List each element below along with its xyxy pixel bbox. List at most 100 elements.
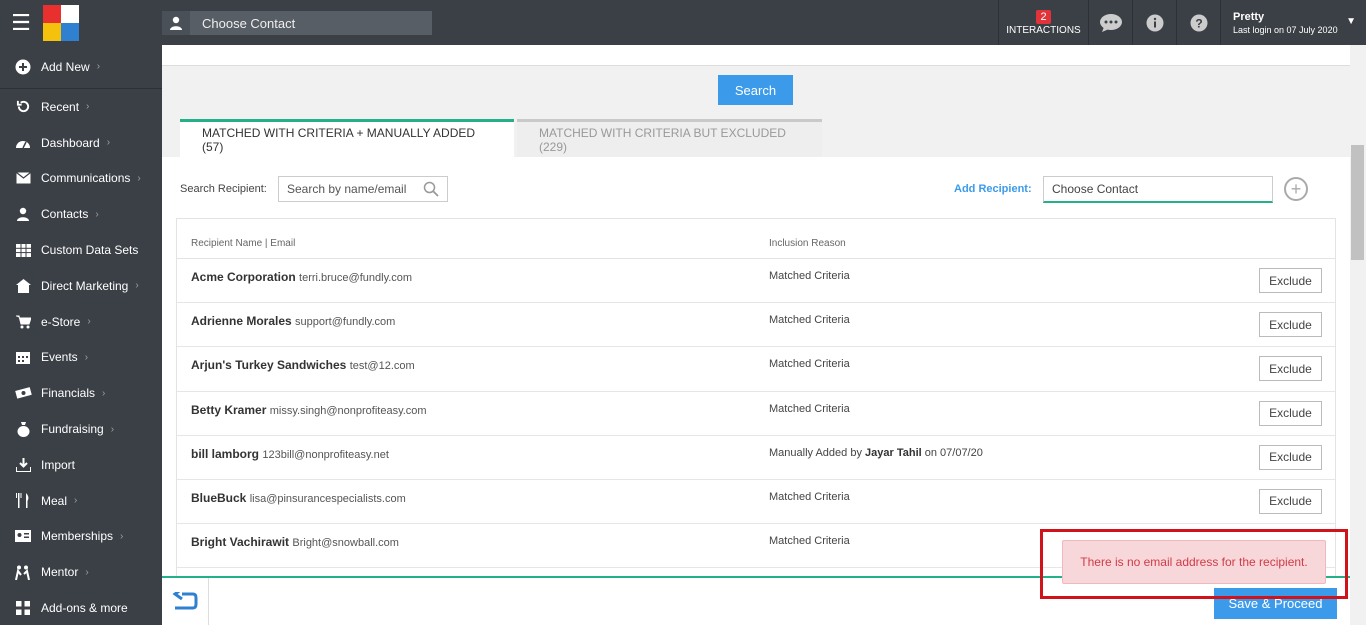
moneybag-icon bbox=[14, 420, 32, 438]
chevron-right-icon: › bbox=[87, 316, 91, 328]
sidebar-item-contacts[interactable]: Contacts › bbox=[0, 196, 162, 232]
sidebar-item-e-store[interactable]: e-Store › bbox=[0, 304, 162, 340]
scrollbar-thumb[interactable] bbox=[1351, 145, 1364, 260]
hamburger-menu-icon[interactable]: ☰ bbox=[0, 0, 42, 45]
chat-button[interactable] bbox=[1088, 0, 1132, 45]
sidebar-item-custom-data-sets[interactable]: Custom Data Sets bbox=[0, 232, 162, 268]
exclude-button[interactable]: Exclude bbox=[1259, 488, 1322, 514]
tab-matched-excluded[interactable]: MATCHED WITH CRITERIA BUT EXCLUDED (229) bbox=[517, 119, 822, 157]
table-row: Acme Corporation terri.bruce@fundly.com M… bbox=[177, 259, 1335, 304]
search-recipient-label: Search Recipient: bbox=[180, 183, 267, 195]
back-button[interactable] bbox=[162, 578, 209, 625]
table-row: bill lamborg 123bill@nonprofiteasy.net Ma… bbox=[177, 436, 1335, 480]
sidebar-item-label: Add New bbox=[41, 59, 90, 74]
table-header: Recipient Name | Email Inclusion Reason bbox=[177, 219, 1335, 259]
app-logo[interactable] bbox=[43, 4, 79, 41]
reason-text: Matched Criteria bbox=[769, 314, 850, 327]
sidebar-item-memberships[interactable]: Memberships › bbox=[0, 519, 162, 555]
exclude-button[interactable]: Exclude bbox=[1259, 268, 1322, 293]
inclusion-reason: Matched Criteria bbox=[769, 491, 850, 503]
cart-icon bbox=[14, 313, 32, 331]
sidebar-item-direct-marketing[interactable]: Direct Marketing › bbox=[0, 268, 162, 304]
recipient-name[interactable]: BlueBuck bbox=[191, 491, 246, 505]
add-recipient-plus-icon[interactable]: + bbox=[1284, 177, 1308, 201]
info-button[interactable] bbox=[1132, 0, 1176, 45]
sidebar-item-communications[interactable]: Communications › bbox=[0, 161, 162, 197]
id-card-icon bbox=[14, 527, 32, 545]
sidebar-item-label: e-Store bbox=[41, 314, 81, 329]
person-icon bbox=[14, 205, 32, 223]
recipient-name[interactable]: Adrienne Morales bbox=[191, 314, 292, 328]
exclude-button[interactable]: Exclude bbox=[1259, 356, 1322, 382]
sidebar-item-events[interactable]: Events › bbox=[0, 340, 162, 376]
criteria-field[interactable] bbox=[162, 45, 1350, 66]
chevron-right-icon: › bbox=[102, 387, 106, 399]
sidebar-item-import[interactable]: Import bbox=[0, 447, 162, 483]
interactions-count-badge: 2 bbox=[1036, 9, 1051, 24]
recipient-name-email: Betty Kramer missy.singh@nonprofiteasy.c… bbox=[191, 403, 427, 417]
sidebar-item-label: Custom Data Sets bbox=[41, 243, 139, 258]
chevron-right-icon: › bbox=[137, 172, 141, 184]
recipient-name-email: Adrienne Morales support@fundly.com bbox=[191, 314, 395, 328]
recipient-name[interactable]: Acme Corporation bbox=[191, 270, 296, 284]
tab-matched-manually-added[interactable]: MATCHED WITH CRITERIA + MANUALLY ADDED (… bbox=[180, 119, 514, 157]
recipient-email: lisa@pinsurancespecialists.com bbox=[249, 492, 406, 505]
sidebar-item-label: Add-ons & more bbox=[41, 601, 128, 616]
exclude-button[interactable]: Exclude bbox=[1259, 400, 1322, 426]
sidebar: Add New › Recent › Dashboard › Communication… bbox=[0, 45, 162, 625]
mentor-icon bbox=[14, 563, 32, 581]
reason-text: Matched Criteria bbox=[769, 535, 850, 548]
sidebar-item-dashboard[interactable]: Dashboard › bbox=[0, 125, 162, 161]
recipient-email: 123bill@nonprofiteasy.net bbox=[262, 448, 389, 461]
sidebar-item-fundraising[interactable]: Fundraising › bbox=[0, 411, 162, 447]
back-arrow-icon bbox=[172, 591, 198, 609]
recipient-email: terri.bruce@fundly.com bbox=[299, 272, 413, 284]
money-icon bbox=[14, 384, 32, 402]
page-scrollbar[interactable] bbox=[1350, 45, 1366, 625]
dashboard-icon bbox=[14, 134, 32, 152]
search-recipient-input[interactable]: Search by name/email bbox=[278, 176, 448, 202]
chat-icon bbox=[1099, 13, 1122, 32]
interactions-label: INTERACTIONS bbox=[1006, 24, 1081, 36]
sidebar-item-label: Import bbox=[41, 457, 76, 472]
search-button[interactable]: Search bbox=[718, 75, 793, 105]
inclusion-reason: Matched Criteria bbox=[769, 535, 850, 547]
chevron-right-icon: › bbox=[135, 280, 139, 292]
add-recipient-value: Choose Contact bbox=[1052, 182, 1139, 196]
chevron-right-icon: › bbox=[95, 208, 99, 220]
choose-contact-label: Choose Contact bbox=[202, 15, 296, 31]
exclude-button[interactable]: Exclude bbox=[1259, 444, 1322, 470]
help-button[interactable]: ? bbox=[1176, 0, 1220, 45]
sidebar-item-label: Events bbox=[41, 350, 78, 365]
sidebar-item-label: Meal bbox=[41, 493, 68, 508]
user-name: Pretty bbox=[1233, 10, 1265, 23]
sidebar-item-mentor[interactable]: Mentor › bbox=[0, 554, 162, 590]
plus-circle-icon bbox=[14, 58, 32, 76]
recipient-email: test@12.com bbox=[349, 360, 415, 373]
search-recipient-placeholder: Search by name/email bbox=[287, 182, 407, 196]
user-menu[interactable]: Pretty Last login on 07 July 2020 ▼ bbox=[1220, 0, 1366, 45]
sidebar-item-add-ons-more[interactable]: Add-ons & more bbox=[0, 590, 162, 625]
interactions-button[interactable]: 2 INTERACTIONS bbox=[998, 0, 1088, 45]
sidebar-item-label: Communications bbox=[41, 171, 131, 186]
chevron-right-icon: › bbox=[84, 351, 89, 363]
reason-text: Matched Criteria bbox=[769, 358, 850, 371]
sidebar-item-financials[interactable]: Financials › bbox=[0, 375, 162, 411]
choose-contact-bar[interactable]: Choose Contact bbox=[162, 11, 432, 35]
recipient-email: missy.singh@nonprofiteasy.com bbox=[269, 404, 427, 417]
top-bar: ☰ Choose Contact 2 INTERACTIONS ? Pretty… bbox=[0, 0, 1366, 45]
add-recipient-input[interactable]: Choose Contact bbox=[1043, 176, 1273, 203]
recipient-email: support@fundly.com bbox=[295, 316, 396, 329]
recipient-name[interactable]: Arjun's Turkey Sandwiches bbox=[191, 358, 346, 372]
recipient-name[interactable]: bill lamborg bbox=[191, 447, 259, 461]
recipient-name[interactable]: Betty Kramer bbox=[191, 403, 266, 417]
exclude-button[interactable]: Exclude bbox=[1259, 312, 1322, 338]
recipient-name[interactable]: Bright Vachirawit bbox=[191, 535, 289, 549]
sidebar-item-add-new[interactable]: Add New › bbox=[0, 45, 162, 89]
sidebar-item-recent[interactable]: Recent › bbox=[0, 89, 162, 125]
inclusion-reason: Manually Added by Jayar Tahil on 07/07/2… bbox=[769, 447, 983, 459]
chevron-right-icon: › bbox=[110, 423, 115, 435]
sidebar-item-meal[interactable]: Meal › bbox=[0, 483, 162, 519]
search-icon[interactable] bbox=[423, 181, 439, 200]
inclusion-reason: Matched Criteria bbox=[769, 314, 850, 326]
